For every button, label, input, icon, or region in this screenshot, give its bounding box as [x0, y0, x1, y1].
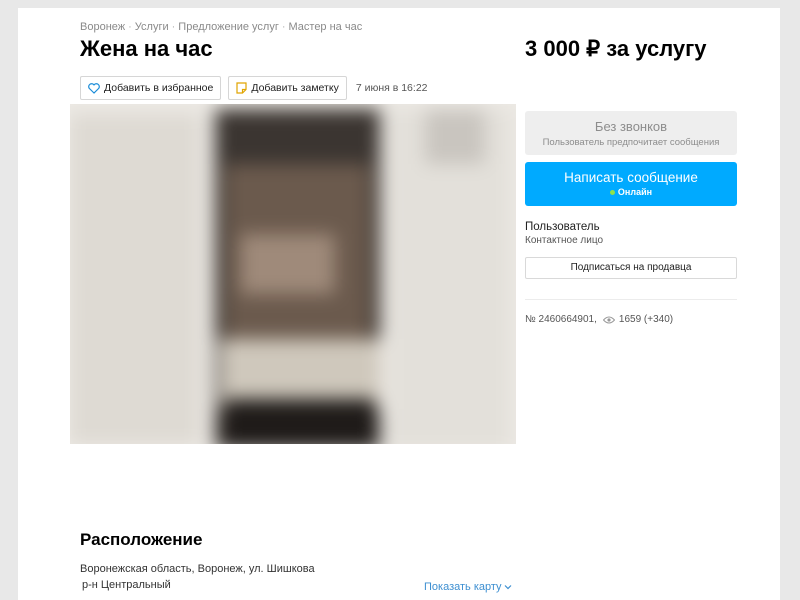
no-calls-notice: Без звонков Пользователь предпочитает со… [525, 111, 737, 155]
blurred-photo [70, 104, 516, 444]
no-calls-title: Без звонков [594, 119, 668, 134]
listing-meta: № 2460664901, 1659 (+340) [525, 314, 737, 325]
divider [525, 299, 737, 300]
no-calls-subtitle: Пользователь предпочитает сообщения [542, 137, 720, 148]
add-note-label: Добавить заметку [251, 82, 339, 94]
photo-gallery[interactable] [70, 104, 516, 444]
show-map-label: Показать карту [424, 581, 502, 593]
chevron-down-icon [504, 585, 511, 590]
online-indicator-icon [609, 190, 615, 196]
add-to-favorites-label: Добавить в избранное [104, 82, 214, 94]
breadcrumb-item[interactable]: Воронеж [80, 21, 125, 33]
online-status-label: Онлайн [617, 187, 653, 197]
price: 3 000 ₽ за услугу [525, 36, 707, 61]
write-message-button[interactable]: Написать сообщение Онлайн [525, 162, 737, 206]
breadcrumb-separator: · [128, 21, 132, 33]
page-title: Жена на час [80, 36, 213, 61]
location-address: Воронежская область, Воронеж, ул. Шишков… [80, 563, 315, 575]
breadcrumb: Воронеж · Услуги · Предложение услуг · Мастер … [80, 21, 362, 33]
add-note-button[interactable]: Добавить заметку [228, 76, 347, 100]
location-title: Расположение [80, 530, 203, 549]
publish-date: 7 июня в 16:22 [355, 82, 428, 94]
contact-sidebar: Без звонков Пользователь предпочитает со… [525, 111, 737, 325]
breadcrumb-separator: · [281, 21, 286, 33]
seller-name[interactable]: Пользователь [525, 221, 737, 233]
seller-role: Контактное лицо [525, 235, 604, 246]
show-map-link[interactable]: Показать карту [424, 581, 512, 593]
breadcrumb-item[interactable]: Предложение услуг [178, 21, 279, 33]
listing-page: Воронеж · Услуги · Предложение услуг · Мастер … [18, 8, 780, 600]
breadcrumb-item[interactable]: Услуги [135, 21, 169, 33]
location-district: р-н Центральный [82, 579, 171, 591]
breadcrumb-separator: · [171, 21, 176, 33]
note-icon [236, 82, 247, 94]
breadcrumb-item[interactable]: Мастер на час [289, 21, 363, 33]
heart-icon [88, 82, 100, 94]
listing-number: № 2460664901, [525, 314, 597, 325]
eye-icon [602, 316, 615, 323]
listing-actions: Добавить в избранное Добавить заметку 7 … [80, 76, 428, 100]
view-count: 1659 (+340) [618, 314, 674, 325]
add-to-favorites-button[interactable]: Добавить в избранное [80, 76, 222, 100]
write-message-label: Написать сообщение [564, 170, 698, 185]
online-status: Онлайн [525, 187, 737, 197]
subscribe-seller-button[interactable]: Подписаться на продавца [525, 257, 737, 279]
